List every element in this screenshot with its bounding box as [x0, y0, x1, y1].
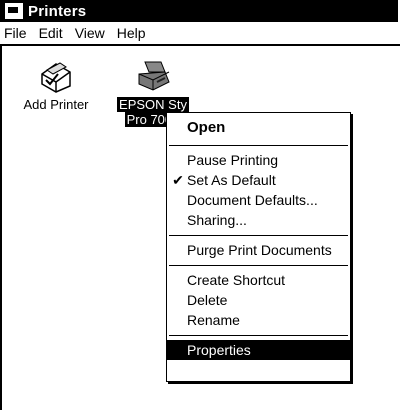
- menu-item-rename-label: Rename: [187, 312, 240, 328]
- menu-item-pause-label: Pause Printing: [187, 152, 279, 168]
- menu-separator: [169, 265, 348, 266]
- menu-item-properties[interactable]: Properties: [167, 340, 350, 360]
- menu-item-properties-label: Properties: [187, 342, 251, 358]
- menu-item-create-shortcut-label: Create Shortcut: [187, 272, 286, 288]
- printers-folder-icon: [5, 3, 23, 19]
- add-printer-icon: [41, 62, 71, 93]
- title-bar[interactable]: Printers: [0, 0, 398, 22]
- window-title: Printers: [28, 2, 87, 20]
- menu-item-open-label: Open: [187, 119, 226, 136]
- menu-bar: File Edit View Help: [0, 22, 398, 44]
- menu-separator: [169, 335, 348, 336]
- menu-view[interactable]: View: [75, 25, 105, 41]
- checkmark-icon: ✔: [172, 172, 184, 188]
- menu-item-set-as-default[interactable]: ✔ Set As Default: [167, 170, 350, 190]
- add-printer-item[interactable]: Add Printer: [16, 60, 96, 112]
- menu-item-sharing[interactable]: Sharing...: [167, 210, 350, 230]
- menu-item-delete-label: Delete: [187, 292, 228, 308]
- add-printer-label: Add Printer: [23, 97, 89, 112]
- menu-item-rename[interactable]: Rename: [167, 310, 350, 330]
- epson-printer-label-line1: EPSON Sty: [117, 97, 189, 112]
- menu-edit[interactable]: Edit: [39, 25, 63, 41]
- printer-icon: [138, 61, 170, 91]
- menu-item-document-defaults[interactable]: Document Defaults...: [167, 190, 350, 210]
- printers-window: Printers File Edit View Help Add Printer: [0, 0, 400, 410]
- context-menu: Open Pause Printing ✔ Set As Default Doc…: [166, 112, 351, 382]
- menu-item-delete[interactable]: Delete: [167, 290, 350, 310]
- menu-item-open[interactable]: Open: [167, 118, 350, 138]
- menu-item-create-shortcut[interactable]: Create Shortcut: [167, 270, 350, 290]
- menu-file[interactable]: File: [4, 25, 27, 41]
- menu-item-pause-printing[interactable]: Pause Printing: [167, 150, 350, 170]
- menu-separator: [169, 235, 348, 236]
- menu-item-set-default-label: Set As Default: [187, 172, 276, 188]
- menu-separator: [169, 145, 348, 146]
- menu-item-purge-print-documents[interactable]: Purge Print Documents: [167, 240, 350, 260]
- menu-help[interactable]: Help: [117, 25, 146, 41]
- menu-item-purge-label: Purge Print Documents: [187, 242, 332, 258]
- menu-item-doc-defaults-label: Document Defaults...: [187, 192, 318, 208]
- menu-item-sharing-label: Sharing...: [187, 212, 247, 228]
